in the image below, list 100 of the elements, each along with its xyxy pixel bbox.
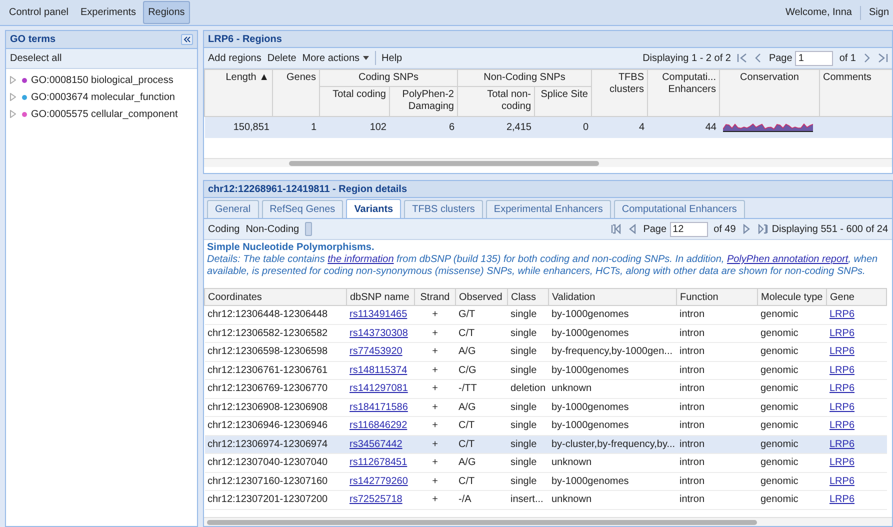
table-row[interactable]: chr12:12306769-12306770 rs141297081 + -/TT deletion unknown intron genomic LRP6 [204,380,886,398]
table-cell: single [510,438,537,450]
expand-icon[interactable] [10,76,16,84]
table-link[interactable]: rs141297081 [350,383,408,394]
table-row[interactable]: 150,851 1 102 6 2,415 0 4 44 [204,116,892,138]
column-header[interactable]: TFBS clusters [592,70,648,116]
column-header[interactable]: Strand [414,288,456,306]
pager-total: of 1 [839,52,856,66]
first-page-icon[interactable] [611,224,622,234]
collapse-icon[interactable] [181,34,193,45]
table-link[interactable]: rs116846292 [350,420,408,432]
last-page-icon[interactable] [758,224,768,234]
details-link[interactable]: PolyPhen annotation report [726,254,848,265]
scrollbar-thumb[interactable] [289,161,599,166]
table-link[interactable]: LRP6 [830,346,855,358]
table-row[interactable]: chr12:12307201-12307200 rs72525718 + -/A insert... unknown intron genomic LRP6 [204,490,886,509]
go-term-label[interactable]: GO:0008150 biological_process [31,72,174,88]
column-header[interactable]: Class [508,288,548,306]
table-link[interactable]: LRP6 [830,476,855,487]
column-header[interactable]: Observed [456,288,508,306]
table-row[interactable]: chr12:12307160-12307160 rs142779260 + C/T single by-1000genomes intron genomic LRP6 [204,472,886,490]
go-term-label[interactable]: GO:0005575 cellular_component [31,106,178,122]
detail-tab[interactable]: Experimental Enhancers [486,200,611,218]
table-row[interactable]: chr12:12306582-12306582 rs143730308 + C/T single by-1000genomes intron genomic LRP6 [204,324,886,342]
detail-tab[interactable]: RefSeq Genes [262,200,344,218]
table-cell: C/T [458,476,475,487]
table-cell: by-1000genomes [552,328,629,339]
table-link[interactable]: LRP6 [830,420,855,432]
scrollbar-thumb[interactable] [207,520,757,525]
previous-page-icon[interactable] [752,53,763,63]
table-link[interactable]: rs184171586 [350,402,408,413]
column-header[interactable]: dbSNP name [346,288,414,306]
column-header[interactable]: Validation [548,288,676,306]
table-link[interactable]: LRP6 [830,438,855,450]
table-cell: 150,851 [233,122,270,133]
table-cell: genomic [760,494,798,506]
table-row[interactable]: chr12:12306974-12306974 rs34567442 + C/T single by-cluster,by-frequency,by... intron genomic LRP6 [204,435,886,454]
table-cell: by-1000genomes [552,364,629,376]
table-link[interactable]: LRP6 [830,328,855,339]
detail-tab[interactable]: General [207,200,259,218]
table-row[interactable]: chr12:12306448-12306448 rs113491465 + G/T single by-1000genomes intron genomic LRP6 [204,306,886,324]
details-link[interactable]: the information [328,254,394,265]
toggle-switch-icon[interactable] [305,222,312,236]
detail-tab[interactable]: TFBS clusters [404,200,483,218]
table-cell: C/G [458,364,476,376]
table-cell: + [432,420,438,432]
table-link[interactable]: rs113491465 [350,309,408,320]
details-text: Details: The table contains the information from dbSNP (build 135) for both coding and non-coding SNPs. In addition, PolyPhen annotation report, when available, is presented for coding non-synonymous (missense) SNPs, while enhancers, HCTs, along with other data are shown for non-coding SNPs. [207,254,879,278]
table-link[interactable]: rs142779260 [350,476,408,487]
nav-tab[interactable]: Experiments [75,1,142,24]
table-cell: by-1000genomes [552,420,629,432]
table-link[interactable]: rs77453920 [350,346,402,358]
toggle-button[interactable]: Non-Coding [246,222,300,236]
expand-icon[interactable] [10,93,16,101]
table-link[interactable]: LRP6 [830,457,855,468]
table-link[interactable]: rs143730308 [350,328,408,339]
table-row[interactable]: chr12:12306761-12306761 rs148115374 + C/G single by-1000genomes intron genomic LRP6 [204,361,886,380]
table-link[interactable]: LRP6 [830,402,855,413]
table-link[interactable]: rs72525718 [350,494,402,506]
previous-page-icon[interactable] [627,224,638,234]
table-row[interactable]: chr12:12306908-12306908 rs184171586 + A/G single by-1000genomes intron genomic LRP6 [204,398,886,416]
table-cell: -/TT [458,383,477,394]
go-term-label[interactable]: GO:0003674 molecular_function [31,90,175,104]
next-page-icon[interactable] [742,224,752,234]
table-cell: + [432,309,438,320]
first-page-icon[interactable] [736,53,747,63]
table-row[interactable]: chr12:12306946-12306946 rs116846292 + C/T single by-1000genomes intron genomic LRP6 [204,416,886,435]
detail-tab[interactable]: Variants [346,199,402,218]
column-header[interactable]: Gene [826,288,886,306]
toolbar-button[interactable]: Add regions [208,50,262,66]
table-link[interactable]: LRP6 [830,494,855,506]
page-input[interactable]: 1 [795,50,834,66]
table-row[interactable]: chr12:12306598-12306598 rs77453920 + A/G single by-frequency,by-1000gen... intron genomic LRP6 [204,342,886,361]
toggle-button[interactable]: Coding [208,222,240,236]
table-cell: single [510,402,537,413]
toolbar-button[interactable]: More actions [302,50,369,66]
column-header[interactable]: Molecule type [758,288,826,306]
last-page-icon[interactable] [878,53,888,63]
table-link[interactable]: rs112678451 [350,457,408,468]
nav-tab[interactable]: Control panel [4,1,74,24]
next-page-icon[interactable] [862,53,872,63]
toolbar-button[interactable]: Delete [267,50,296,66]
table-link[interactable]: rs148115374 [350,364,408,376]
table-cell: chr12:12306769-12306770 [208,383,328,394]
column-header[interactable]: Length ▲ [204,70,272,116]
expand-icon[interactable] [10,110,16,118]
page-input[interactable]: 12 [670,222,708,236]
table-link[interactable]: LRP6 [830,364,855,376]
table-row[interactable]: chr12:12307040-12307040 rs112678451 + A/G single unknown intron genomic LRP6 [204,454,886,472]
column-header[interactable]: Function [676,288,758,306]
toolbar-button[interactable]: Help [382,50,402,66]
table-cell: unknown [552,494,592,506]
table-link[interactable]: rs34567442 [350,438,402,450]
sign-out-link[interactable]: Sign [868,5,889,20]
column-header[interactable]: Coordinates [204,288,346,306]
table-link[interactable]: LRP6 [830,383,855,394]
table-link[interactable]: LRP6 [830,309,855,320]
table-cell: genomic [760,438,798,450]
nav-tab[interactable]: Regions [143,1,190,24]
detail-tab[interactable]: Computational Enhancers [614,200,745,218]
